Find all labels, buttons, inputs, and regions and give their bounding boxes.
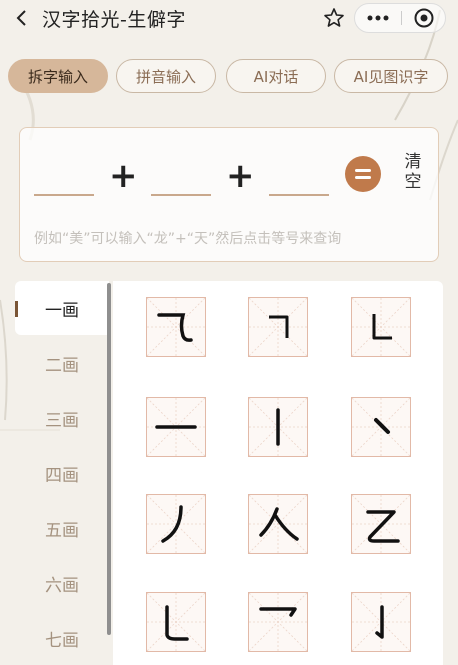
stroke-category-5[interactable]: 五画 [15, 501, 109, 555]
stroke-category-list: 一画 二画 三画 四画 五画 六画 七画 [15, 281, 109, 665]
component-cell[interactable] [146, 494, 206, 554]
equals-icon [355, 169, 371, 179]
tab-label: AI对话 [253, 67, 299, 86]
stroke-category-label: 六画 [45, 575, 79, 596]
tab-ai-chat[interactable]: AI对话 [226, 59, 326, 93]
stroke-category-label: 五画 [45, 520, 79, 541]
stroke-glyph-icon [147, 593, 205, 651]
component-slot-3[interactable] [269, 194, 329, 196]
stroke-glyph-icon [147, 495, 205, 553]
mini-program-capsule [354, 3, 446, 33]
stroke-glyph-icon [249, 298, 307, 356]
component-cell[interactable] [248, 494, 308, 554]
page-title: 汉字拾光-生僻字 [42, 9, 186, 31]
component-cell[interactable] [248, 397, 308, 457]
stroke-glyph-icon [147, 298, 205, 356]
stroke-glyph-icon [249, 495, 307, 553]
stroke-category-2[interactable]: 二画 [15, 336, 109, 390]
stroke-category-1[interactable]: 一画 [15, 281, 109, 335]
chevron-left-icon [16, 10, 26, 26]
close-miniprogram-button[interactable] [402, 4, 446, 32]
stroke-category-label: 一画 [45, 300, 79, 321]
stroke-glyph-icon [147, 398, 205, 456]
stroke-category-label: 二画 [45, 355, 79, 376]
component-input-card: + + 清空 例如“美”可以输入“龙”+“天”然后点击等号来查询 [19, 127, 439, 262]
tab-split-input[interactable]: 拆字输入 [8, 59, 108, 93]
component-cell[interactable] [351, 397, 411, 457]
stroke-glyph-icon [352, 593, 410, 651]
input-hint: 例如“美”可以输入“龙”+“天”然后点击等号来查询 [34, 231, 342, 247]
tab-label: 拆字输入 [27, 67, 88, 86]
component-cell[interactable] [146, 397, 206, 457]
equals-query-button[interactable] [345, 156, 381, 192]
star-icon [324, 8, 344, 27]
stroke-glyph-icon [249, 593, 307, 651]
component-grid [113, 281, 443, 665]
active-marker [15, 301, 18, 317]
component-slot-1[interactable] [34, 194, 94, 196]
stroke-category-7[interactable]: 七画 [15, 611, 109, 665]
stroke-glyph-icon [352, 398, 410, 456]
tab-label: 拼音输入 [135, 67, 196, 86]
stroke-category-label: 七画 [45, 630, 79, 651]
back-button[interactable] [10, 6, 34, 30]
clear-button[interactable]: 清空 [402, 152, 424, 192]
component-cell[interactable] [146, 592, 206, 652]
tab-pinyin-input[interactable]: 拼音输入 [116, 59, 216, 93]
stroke-glyph-icon [249, 398, 307, 456]
stroke-glyph-icon [352, 298, 410, 356]
stroke-category-label: 三画 [45, 410, 79, 431]
plus-sign: + [109, 156, 138, 196]
component-cell[interactable] [248, 592, 308, 652]
target-icon [414, 8, 434, 28]
stroke-category-4[interactable]: 四画 [15, 446, 109, 500]
tab-label: AI见图识字 [353, 67, 429, 86]
stroke-category-label: 四画 [45, 465, 79, 486]
component-cell[interactable] [351, 297, 411, 357]
more-dots-icon [367, 15, 389, 21]
stroke-glyph-icon [352, 495, 410, 553]
component-cell[interactable] [248, 297, 308, 357]
component-slot-2[interactable] [151, 194, 211, 196]
component-cell[interactable] [146, 297, 206, 357]
stroke-category-6[interactable]: 六画 [15, 556, 109, 610]
nav-bar: 汉字拾光-生僻字 [0, 0, 458, 40]
component-cell[interactable] [351, 592, 411, 652]
stroke-category-3[interactable]: 三画 [15, 391, 109, 445]
favorite-button[interactable] [322, 6, 346, 30]
plus-sign: + [226, 156, 255, 196]
more-button[interactable] [355, 4, 401, 32]
tab-ai-image-recognize[interactable]: AI见图识字 [334, 59, 448, 93]
component-cell[interactable] [351, 494, 411, 554]
category-scrollbar[interactable] [107, 283, 111, 635]
